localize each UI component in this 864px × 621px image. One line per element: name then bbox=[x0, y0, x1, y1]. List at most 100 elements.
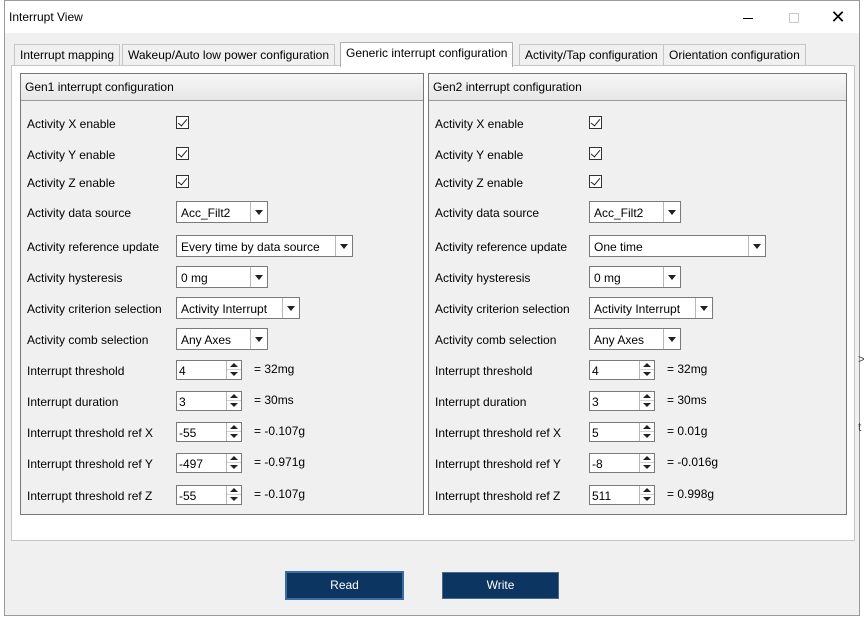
gen2-activity-z-checkbox[interactable] bbox=[589, 175, 602, 188]
gen1-ref-x-spinbox[interactable]: -55 bbox=[176, 422, 242, 442]
gen2-hysteresis-select[interactable]: 0 mg bbox=[589, 266, 681, 288]
gen1-activity-x-checkbox[interactable] bbox=[176, 116, 189, 129]
gen2-title: Gen2 interrupt configuration bbox=[429, 74, 846, 101]
gen2-threshold-value: 4 bbox=[592, 364, 599, 378]
checkmark-icon bbox=[177, 116, 188, 127]
background-window-glyph: t bbox=[858, 420, 862, 434]
chevron-down-icon bbox=[250, 267, 267, 287]
checkmark-icon bbox=[177, 147, 188, 158]
gen1-data-source-value: Acc_Filt2 bbox=[181, 206, 231, 220]
gen2-activity-x-checkbox[interactable] bbox=[589, 116, 602, 129]
read-button[interactable]: Read bbox=[286, 572, 403, 599]
gen1-duration-converted: = 30ms bbox=[254, 393, 294, 407]
checkmark-icon bbox=[590, 175, 601, 186]
gen1-ref-x-label: Interrupt threshold ref X bbox=[27, 426, 154, 440]
spin-down-icon[interactable] bbox=[640, 370, 654, 379]
gen2-ref-update-select[interactable]: One time bbox=[589, 235, 766, 257]
spin-up-icon[interactable] bbox=[227, 454, 241, 463]
gen1-ref-z-converted: = -0.107g bbox=[254, 487, 306, 501]
chevron-down-icon bbox=[335, 236, 352, 256]
spin-up-icon[interactable] bbox=[640, 486, 654, 495]
gen2-criterion-value: Activity Interrupt bbox=[594, 302, 681, 316]
gen1-duration-label: Interrupt duration bbox=[27, 395, 119, 409]
spin-up-icon[interactable] bbox=[227, 392, 241, 401]
spin-down-icon[interactable] bbox=[227, 370, 241, 379]
maximize-button[interactable] bbox=[771, 1, 817, 33]
chevron-down-icon bbox=[695, 298, 712, 318]
gen1-hysteresis-value: 0 mg bbox=[181, 271, 208, 285]
spin-down-icon[interactable] bbox=[227, 495, 241, 504]
gen2-ref-z-label: Interrupt threshold ref Z bbox=[435, 489, 561, 503]
spin-down-icon[interactable] bbox=[227, 401, 241, 410]
gen1-activity-z-checkbox[interactable] bbox=[176, 175, 189, 188]
tab-wakeup-config[interactable]: Wakeup/Auto low power configuration bbox=[122, 44, 335, 66]
gen1-duration-value: 3 bbox=[179, 395, 186, 409]
spin-buttons bbox=[639, 486, 654, 504]
gen1-ref-z-value: -55 bbox=[179, 489, 197, 503]
tab-interrupt-mapping[interactable]: Interrupt mapping bbox=[14, 44, 121, 66]
spin-up-icon[interactable] bbox=[227, 423, 241, 432]
gen2-ref-z-value: 511 bbox=[592, 489, 612, 503]
close-button[interactable]: ✕ bbox=[815, 1, 861, 33]
gen1-title: Gen1 interrupt configuration bbox=[21, 74, 423, 101]
gen2-hysteresis-label: Activity hysteresis bbox=[435, 271, 531, 285]
gen2-data-source-select[interactable]: Acc_Filt2 bbox=[589, 201, 681, 223]
gen1-duration-spinbox[interactable]: 3 bbox=[176, 391, 242, 411]
gen2-ref-z-spinbox[interactable]: 511 bbox=[589, 485, 655, 505]
gen2-ref-y-spinbox[interactable]: -8 bbox=[589, 453, 655, 473]
spin-up-icon[interactable] bbox=[640, 423, 654, 432]
spin-buttons bbox=[639, 423, 654, 441]
spin-down-icon[interactable] bbox=[640, 495, 654, 504]
chevron-down-icon bbox=[282, 298, 299, 318]
gen2-criterion-label: Activity criterion selection bbox=[435, 302, 570, 316]
minimize-button[interactable] bbox=[725, 1, 771, 33]
spin-up-icon[interactable] bbox=[640, 454, 654, 463]
gen1-criterion-value: Activity Interrupt bbox=[181, 302, 268, 316]
tab-activity-tap-config[interactable]: Activity/Tap configuration bbox=[519, 44, 664, 66]
gen2-threshold-label: Interrupt threshold bbox=[435, 364, 533, 378]
spin-down-icon[interactable] bbox=[640, 463, 654, 472]
gen2-duration-converted: = 30ms bbox=[667, 393, 707, 407]
gen1-data-source-select[interactable]: Acc_Filt2 bbox=[176, 201, 268, 223]
spin-up-icon[interactable] bbox=[640, 392, 654, 401]
write-button[interactable]: Write bbox=[442, 572, 559, 599]
gen1-ref-z-spinbox[interactable]: -55 bbox=[176, 485, 242, 505]
gen2-duration-spinbox[interactable]: 3 bbox=[589, 391, 655, 411]
gen2-activity-y-checkbox[interactable] bbox=[589, 147, 602, 160]
gen2-criterion-select[interactable]: Activity Interrupt bbox=[589, 297, 713, 319]
spin-down-icon[interactable] bbox=[640, 401, 654, 410]
gen1-ref-update-select[interactable]: Every time by data source bbox=[176, 235, 353, 257]
gen1-ref-z-label: Interrupt threshold ref Z bbox=[27, 489, 153, 503]
gen2-ref-x-label: Interrupt threshold ref X bbox=[435, 426, 562, 440]
gen1-group: Gen1 interrupt configuration Activity X … bbox=[20, 73, 424, 515]
gen2-ref-z-converted: = 0.998g bbox=[667, 487, 715, 501]
gen2-activity-y-label: Activity Y enable bbox=[435, 148, 524, 162]
gen2-ref-y-label: Interrupt threshold ref Y bbox=[435, 457, 561, 471]
gen1-ref-y-spinbox[interactable]: -497 bbox=[176, 453, 242, 473]
gen1-ref-y-value: -497 bbox=[179, 457, 204, 471]
gen2-ref-y-value: -8 bbox=[592, 457, 603, 471]
gen2-comb-select[interactable]: Any Axes bbox=[589, 328, 681, 350]
spin-down-icon[interactable] bbox=[640, 432, 654, 441]
maximize-icon bbox=[789, 13, 799, 24]
spin-up-icon[interactable] bbox=[227, 361, 241, 370]
spin-buttons bbox=[226, 486, 241, 504]
gen2-ref-x-spinbox[interactable]: 5 bbox=[589, 422, 655, 442]
gen2-duration-label: Interrupt duration bbox=[435, 395, 527, 409]
spin-down-icon[interactable] bbox=[227, 463, 241, 472]
tab-generic-interrupt-config[interactable]: Generic interrupt configuration bbox=[340, 42, 514, 67]
gen2-comb-value: Any Axes bbox=[594, 333, 645, 347]
tab-orientation-config[interactable]: Orientation configuration bbox=[663, 44, 806, 66]
gen1-hysteresis-select[interactable]: 0 mg bbox=[176, 266, 268, 288]
spin-down-icon[interactable] bbox=[227, 432, 241, 441]
gen1-activity-y-checkbox[interactable] bbox=[176, 147, 189, 160]
spin-up-icon[interactable] bbox=[640, 361, 654, 370]
gen2-threshold-spinbox[interactable]: 4 bbox=[589, 360, 655, 380]
spin-up-icon[interactable] bbox=[227, 486, 241, 495]
gen1-comb-select[interactable]: Any Axes bbox=[176, 328, 268, 350]
gen1-threshold-spinbox[interactable]: 4 bbox=[176, 360, 242, 380]
gen1-comb-value: Any Axes bbox=[181, 333, 232, 347]
checkmark-icon bbox=[177, 175, 188, 186]
gen1-criterion-select[interactable]: Activity Interrupt bbox=[176, 297, 300, 319]
spin-buttons bbox=[639, 361, 654, 379]
